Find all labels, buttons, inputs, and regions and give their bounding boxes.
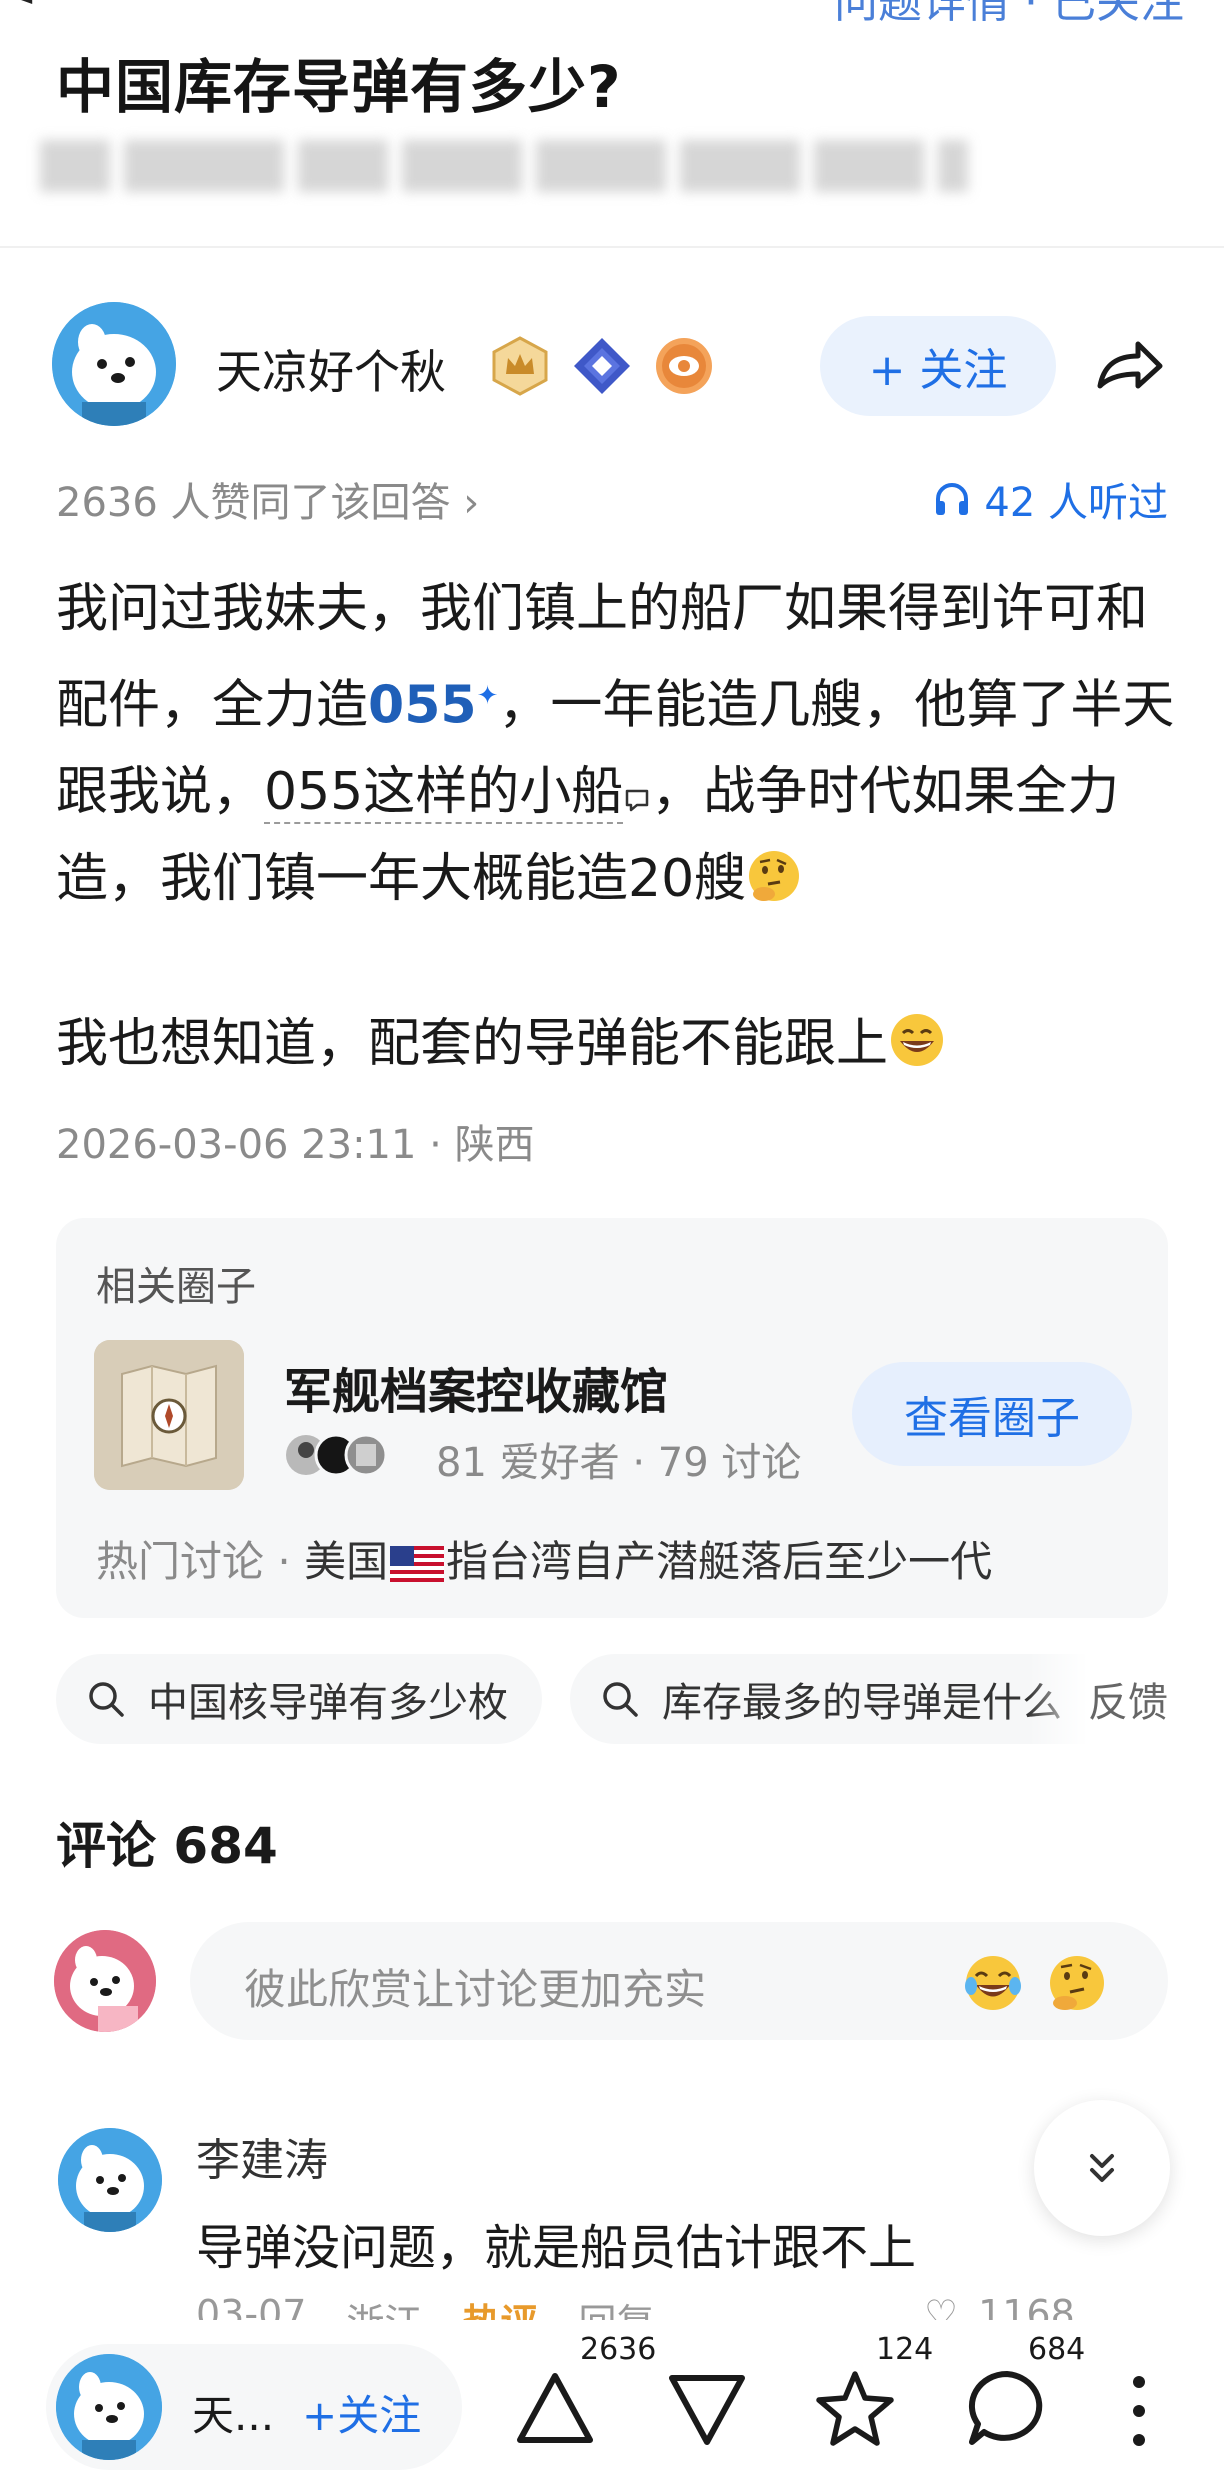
comment-like-count: 1168 xyxy=(978,2292,1075,2320)
scroll-down-button[interactable] xyxy=(1034,2100,1170,2236)
us-flag-icon xyxy=(390,1546,445,1582)
more-icon[interactable] xyxy=(1124,2368,1154,2454)
hot-discussion-label: 热门讨论 xyxy=(96,1537,265,1586)
star-icon[interactable] xyxy=(812,2366,898,2452)
share-icon[interactable] xyxy=(1088,326,1168,406)
member-avatars xyxy=(286,1433,388,1477)
comment-count: 684 xyxy=(1028,2332,1086,2367)
top-actions-partial[interactable]: 问题详情 · 已关注 xyxy=(834,0,1184,30)
answer-meta-row: 2636 人赞同了该回答 › 42 人听过 xyxy=(56,470,1168,530)
comment-meta-row: 03-07 浙江 热评 回复 ♡ 1168 xyxy=(0,2286,1224,2320)
comment-icon[interactable] xyxy=(964,2366,1050,2452)
thinking-emoji-icon xyxy=(749,851,800,902)
downvote-icon[interactable] xyxy=(664,2366,750,2452)
back-button-partial[interactable]: < xyxy=(0,0,37,17)
blurred-question-detail xyxy=(40,140,968,192)
comment-text[interactable]: 导弹没问题，就是船员估计跟不上 xyxy=(196,2208,916,2278)
answer-body[interactable]: 我问过我妹夫，我们镇上的船厂如果得到许可和配件，全力造055✦，一年能造几艘，他… xyxy=(56,566,1176,1088)
bottom-author-pill[interactable]: 天... +关注 xyxy=(46,2344,462,2470)
search-icon xyxy=(89,1682,124,1717)
double-chevron-down-icon xyxy=(1090,2154,1114,2182)
map-compass-icon xyxy=(94,1340,244,1490)
comment-input-placeholder: 彼此欣赏让讨论更加充实 xyxy=(244,1965,707,2014)
hot-comment-badge: 热评 xyxy=(462,2292,538,2320)
bottom-follow-button[interactable]: +关注 xyxy=(302,2382,421,2443)
author-avatar[interactable] xyxy=(52,302,176,426)
listen-count[interactable]: 42 人听过 xyxy=(932,470,1168,528)
bottom-author-avatar[interactable] xyxy=(56,2354,162,2460)
comment-bubble-icon[interactable] xyxy=(623,787,651,813)
crown-badge-icon[interactable] xyxy=(490,336,550,396)
comment-avatar[interactable] xyxy=(58,2128,162,2232)
answer-text-p2: 我也想知道，配套的导弹能不能跟上 xyxy=(56,1014,889,1075)
star-count: 124 xyxy=(876,2332,934,2367)
circle-stats: 81 爱好者 · 79 讨论 xyxy=(436,1440,802,1486)
bottom-action-bar: 天... +关注 2636 124 684 xyxy=(0,2320,1224,2487)
comment-input[interactable]: 彼此欣赏让讨论更加充实 xyxy=(190,1922,1168,2040)
grin-emoji-icon xyxy=(891,1014,944,1067)
answer-paragraph-2: 我也想知道，配套的导弹能不能跟上 xyxy=(56,1001,1176,1088)
search-chip-1[interactable]: 中国核导弹有多少枚 xyxy=(56,1654,542,1744)
view-circle-button[interactable]: 查看圈子 xyxy=(852,1362,1132,1466)
listen-count-label: 42 人听过 xyxy=(984,480,1168,526)
header-divider xyxy=(0,246,1224,248)
related-circle-card[interactable]: 相关圈子 军舰档案控收藏馆 81 爱好者 · 79 讨论 查看圈子 热门讨论 ·… xyxy=(56,1218,1168,1618)
search-chip-1-label: 中国核导弹有多少枚 xyxy=(148,1680,508,1726)
hot-discussion-row[interactable]: 热门讨论 · 美国 指台湾自产潜艇落后至少一代 xyxy=(96,1528,992,1589)
top-strip-partial: < 问题详情 · 已关注 xyxy=(0,0,1224,30)
comment-date: 03-07 xyxy=(196,2292,307,2320)
comments-title: 评论 684 xyxy=(56,1817,278,1875)
hot-discussion-text-pre: 美国 xyxy=(304,1537,389,1586)
upvote-icon[interactable] xyxy=(512,2366,598,2452)
eye-badge-icon[interactable] xyxy=(654,336,714,396)
headphones-icon xyxy=(936,483,969,515)
author-name[interactable]: 天凉好个秋 xyxy=(216,336,446,402)
search-chip-2-label: 库存最多的导弹是什么 xyxy=(662,1680,1062,1726)
link-sparkle-icon: ✦ xyxy=(476,681,499,711)
upvote-count: 2636 xyxy=(580,2332,657,2367)
my-avatar[interactable] xyxy=(54,1930,156,2032)
follow-button[interactable]: + 关注 xyxy=(820,316,1056,416)
answer-paragraph-1: 我问过我妹夫，我们镇上的船厂如果得到许可和配件，全力造055✦，一年能造几艘，他… xyxy=(56,566,1176,923)
circle-name[interactable]: 军舰档案控收藏馆 xyxy=(284,1352,668,1422)
link-055[interactable]: 055 xyxy=(368,675,477,735)
related-circle-heading: 相关圈子 xyxy=(96,1264,256,1310)
comment-reply-button[interactable]: 回复 xyxy=(578,2292,654,2320)
search-icon xyxy=(603,1682,638,1717)
thinking-emoji-button-icon[interactable] xyxy=(1046,1952,1108,2014)
laugh-cry-emoji-button-icon[interactable] xyxy=(962,1952,1024,2014)
question-title[interactable]: 中国库存导弹有多少? xyxy=(56,40,622,124)
feedback-button[interactable]: 反馈 xyxy=(1028,1654,1168,1744)
circle-thumbnail[interactable] xyxy=(94,1340,244,1490)
comment-region: 浙江 xyxy=(346,2292,422,2320)
published-time: 2026-03-06 23:11 · 陕西 xyxy=(56,1122,535,1168)
approve-count[interactable]: 2636 人赞同了该回答 › xyxy=(56,470,479,528)
dashed-annotation[interactable]: 055这样的小船 xyxy=(264,762,624,825)
hot-discussion-text-post: 指台湾自产潜艇落后至少一代 xyxy=(446,1537,993,1586)
bottom-author-name[interactable]: 天... xyxy=(192,2382,274,2443)
related-search-chips: 中国核导弹有多少枚 库存最多的导弹是什么 反馈 xyxy=(56,1654,1168,1744)
hot-discussion-sep: · xyxy=(264,1537,305,1586)
comment-author-name[interactable]: 李建涛 xyxy=(196,2124,328,2188)
heart-icon[interactable]: ♡ xyxy=(924,2292,958,2320)
diamond-badge-icon[interactable] xyxy=(572,336,632,396)
